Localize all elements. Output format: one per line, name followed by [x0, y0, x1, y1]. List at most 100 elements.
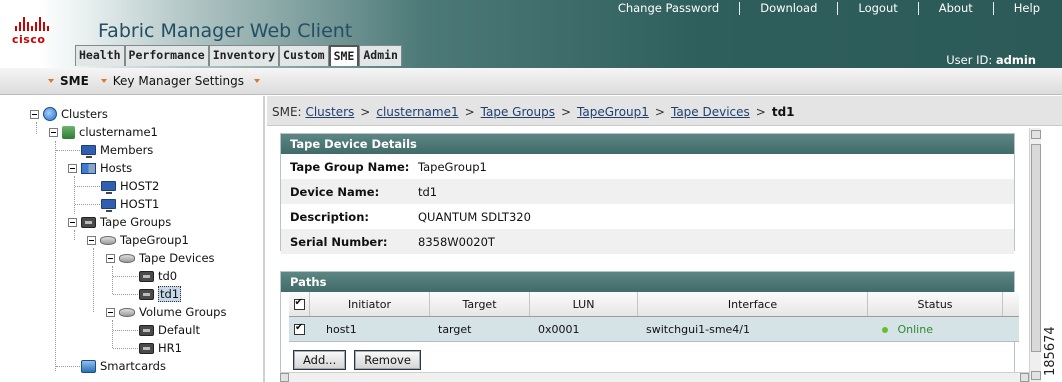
tree-node-label: Members	[100, 143, 154, 157]
tree-node-default[interactable]: Default	[139, 322, 200, 338]
tape-device-details-panel: Tape Device Details Tape Group Name: Tap…	[280, 133, 1015, 254]
app-header: cisco Fabric Manager Web Client Change P…	[0, 0, 1062, 68]
detail-row: Serial Number: 8358W0020T	[281, 229, 1014, 254]
subnav-sme-menu[interactable]: SME	[48, 74, 89, 88]
detail-value: td1	[418, 184, 438, 199]
tab-custom[interactable]: Custom	[279, 45, 329, 66]
column-header-interface[interactable]: Interface	[638, 292, 868, 316]
tab-inventory[interactable]: Inventory	[208, 45, 280, 66]
cisco-logo-wordmark: cisco	[12, 33, 46, 46]
breadcrumb-separator: >	[360, 105, 371, 119]
horizontal-scrollbar[interactable]	[280, 372, 1029, 382]
table-row[interactable]: host1 target 0x0001 switchgui1-sme4/1 On…	[289, 317, 1019, 342]
detail-row: Device Name: td1	[281, 179, 1014, 204]
row-checkbox-cell[interactable]	[289, 322, 310, 335]
breadcrumb-link-clustername1[interactable]: clustername1	[376, 96, 458, 125]
scroll-left-icon[interactable]	[280, 373, 289, 382]
subnav-key-manager-settings-menu[interactable]: Key Manager Settings	[100, 74, 260, 88]
collapse-icon[interactable]	[68, 163, 77, 173]
figure-id: 185674	[1043, 326, 1058, 376]
detail-label: Tape Group Name:	[290, 159, 410, 174]
tree-node-label: HR1	[158, 341, 182, 355]
top-links: Change Password Download Logout About He…	[598, 2, 1046, 15]
column-header-target[interactable]: Target	[430, 292, 530, 316]
about-link[interactable]: About	[917, 2, 993, 15]
scroll-down-icon[interactable]	[1031, 371, 1041, 380]
tape-icon	[139, 270, 154, 282]
logout-link[interactable]: Logout	[837, 2, 917, 15]
scroll-right-icon[interactable]	[1020, 373, 1029, 382]
column-header-status[interactable]: Status	[868, 292, 1003, 316]
tree-node-tape-groups[interactable]: Tape Groups	[68, 214, 171, 230]
download-link[interactable]: Download	[739, 2, 837, 15]
detail-row: Tape Group Name: TapeGroup1	[281, 154, 1014, 179]
cell-lun: 0x0001	[538, 322, 580, 336]
breadcrumb-link-clusters[interactable]: Clusters	[305, 96, 354, 125]
panel-title: Paths	[281, 272, 1014, 292]
tree-node-label: td0	[158, 269, 178, 283]
scroll-up-icon[interactable]	[1031, 130, 1041, 139]
tree-node-td1[interactable]: td1	[139, 286, 182, 302]
cluster-icon	[62, 125, 75, 139]
tree-node-clusters[interactable]: Clusters	[30, 106, 108, 122]
add-path-button[interactable]: Add...	[293, 350, 347, 370]
checkbox-icon[interactable]	[293, 297, 305, 310]
tree-node-label: Tape Devices	[139, 251, 215, 265]
collapse-icon[interactable]	[87, 235, 96, 245]
breadcrumb-link-tapegroup1[interactable]: TapeGroup1	[577, 96, 649, 125]
tree-node-label: Hosts	[100, 161, 133, 175]
tab-performance[interactable]: Performance	[124, 45, 209, 66]
remove-path-button[interactable]: Remove	[354, 350, 421, 370]
change-password-link[interactable]: Change Password	[598, 2, 739, 15]
detail-value: 8358W0020T	[418, 234, 495, 249]
content-pane: SME: Clusters > clustername1 > Tape Grou…	[267, 96, 1062, 382]
collapse-icon[interactable]	[30, 109, 39, 119]
help-link[interactable]: Help	[992, 2, 1046, 15]
scrollbar-thumb[interactable]	[1031, 144, 1041, 352]
path-actions: Add... Remove	[293, 350, 421, 370]
select-all-checkbox-cell[interactable]	[289, 292, 310, 316]
tape-icon	[139, 342, 154, 354]
cell-initiator: host1	[326, 322, 357, 336]
disk-icon	[100, 235, 116, 245]
breadcrumb-link-tape-groups[interactable]: Tape Groups	[481, 96, 555, 125]
tree-node-host2[interactable]: HOST2	[101, 178, 159, 194]
breadcrumb-link-tape-devices[interactable]: Tape Devices	[671, 96, 750, 125]
column-header-initiator[interactable]: Initiator	[310, 292, 430, 316]
column-header-lun[interactable]: LUN	[530, 292, 638, 316]
collapse-icon[interactable]	[106, 253, 115, 263]
tree-node-td0[interactable]: td0	[139, 268, 177, 284]
collapse-icon[interactable]	[49, 127, 58, 137]
tree-node-label: Volume Groups	[139, 305, 227, 319]
tab-health[interactable]: Health	[75, 45, 125, 66]
breadcrumb-separator: >	[464, 105, 475, 119]
status-text: Online	[897, 322, 933, 336]
tree-node-members[interactable]: Members	[81, 142, 153, 158]
tree-node-clustername1[interactable]: clustername1	[49, 124, 158, 140]
tree-node-hosts[interactable]: Hosts	[68, 160, 132, 176]
cisco-logo-bars	[15, 17, 58, 31]
tape-icon	[81, 216, 96, 228]
navigation-tree: Clusters clustername1 Members Hosts HOST…	[0, 96, 265, 382]
tree-node-hr1[interactable]: HR1	[139, 340, 182, 356]
vertical-scrollbar[interactable]	[1029, 128, 1041, 382]
detail-value: QUANTUM SDLT320	[418, 209, 531, 224]
subnav-sme-label: SME	[60, 74, 89, 88]
tree-node-tapegroup1[interactable]: TapeGroup1	[87, 232, 189, 248]
tree-node-volume-groups[interactable]: Volume Groups	[106, 304, 226, 320]
tree-node-host1[interactable]: HOST1	[101, 196, 159, 212]
checkbox-icon[interactable]	[294, 322, 305, 335]
tree-node-tape-devices[interactable]: Tape Devices	[106, 250, 215, 266]
tab-admin[interactable]: Admin	[359, 45, 402, 66]
monitor-icon	[81, 145, 96, 158]
tab-sme[interactable]: SME	[328, 45, 360, 66]
breadcrumb-prefix: SME:	[272, 105, 302, 119]
collapse-icon[interactable]	[106, 307, 115, 317]
cell-interface: switchgui1-sme4/1	[646, 322, 751, 336]
tree-node-smartcards[interactable]: Smartcards	[81, 358, 166, 374]
collapse-icon[interactable]	[68, 217, 77, 227]
tape-icon	[139, 288, 154, 300]
detail-label: Serial Number:	[290, 234, 388, 249]
user-id: User ID: admin	[946, 53, 1036, 67]
disk-icon	[119, 253, 135, 263]
